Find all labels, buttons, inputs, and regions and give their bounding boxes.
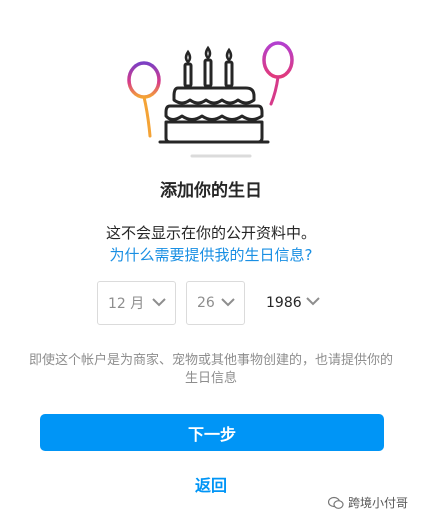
birthday-cake-illustration — [127, 41, 294, 158]
year-value: 1986 — [266, 295, 302, 311]
chevron-down-icon — [306, 297, 320, 306]
chevron-down-icon — [221, 298, 235, 307]
birthday-page: 添加你的生日 这不会显示在你的公开资料中。 为什么需要提供我的生日信息? 12 … — [0, 0, 422, 517]
why-birthday-link[interactable]: 为什么需要提供我的生日信息? — [0, 244, 422, 265]
month-select[interactable]: 12 月 — [97, 281, 176, 325]
wechat-icon — [327, 496, 344, 509]
day-value: 26 — [197, 295, 215, 311]
watermark-text: 跨境小付哥 — [347, 496, 408, 510]
chevron-down-icon — [152, 298, 166, 307]
birthday-note: 即使这个帐户是为商家、宠物或其他事物创建的，也请提供你的生日信息 — [28, 353, 393, 386]
month-value: 12 月 — [108, 296, 145, 312]
year-select[interactable]: 1986 — [256, 281, 326, 325]
watermark: 跨境小付哥 — [327, 494, 408, 511]
next-button[interactable]: 下一步 — [40, 414, 384, 451]
day-select[interactable]: 26 — [186, 281, 245, 325]
back-button[interactable]: 返回 — [0, 472, 422, 496]
description-text: 这不会显示在你的公开资料中。 — [105, 224, 316, 242]
page-title: 添加你的生日 — [160, 181, 262, 201]
